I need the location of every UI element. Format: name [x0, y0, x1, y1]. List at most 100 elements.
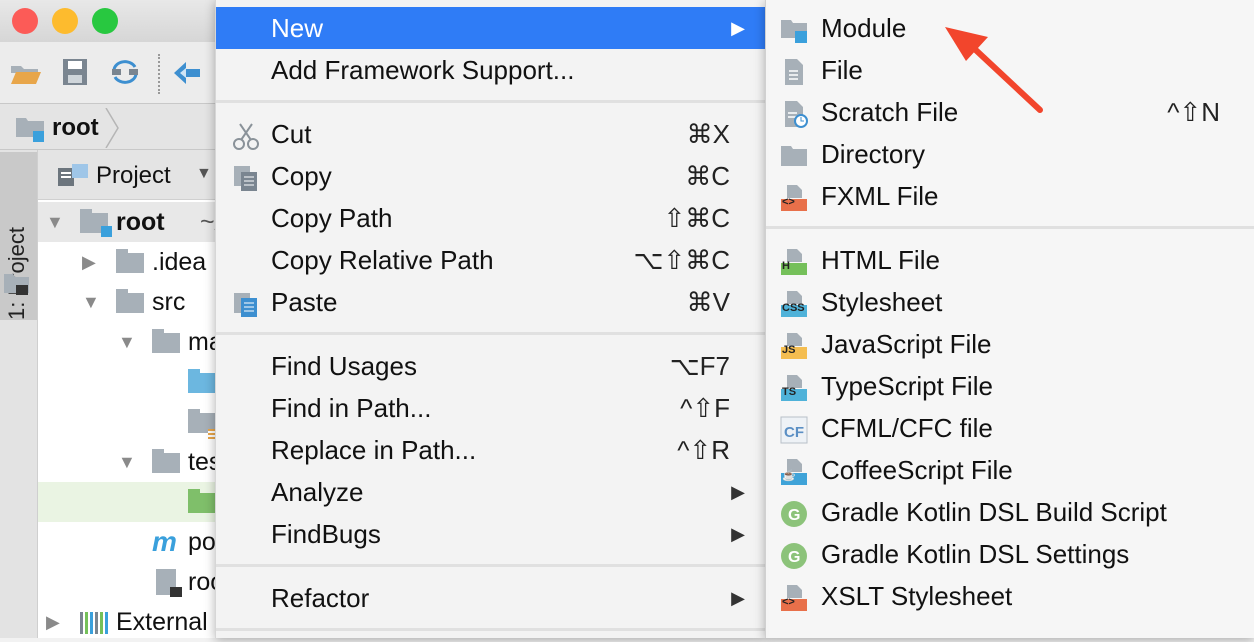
save-icon[interactable] — [62, 58, 88, 86]
tree-item[interactable]: ▶ External — [38, 602, 215, 642]
menu-item-cut[interactable]: Cut ⌘X — [216, 113, 765, 155]
project-tool-window-tab[interactable]: 1: Project — [0, 150, 38, 638]
html-file-badge-text: H — [782, 260, 790, 272]
minimize-window-button[interactable] — [52, 8, 78, 34]
expand-triangle-icon[interactable]: ▼ — [118, 442, 136, 482]
menu-item-copy-relative-path[interactable]: Copy Relative Path ⌥⇧⌘C — [216, 239, 765, 281]
expand-triangle-icon[interactable]: ▼ — [82, 282, 100, 322]
menu-item-copy[interactable]: Copy ⌘C — [216, 155, 765, 197]
menu-item-refactor[interactable]: Refactor ▶ — [216, 577, 765, 619]
menu-item-directory[interactable]: Directory — [766, 133, 1254, 175]
menu-item-paste[interactable]: Paste ⌘V — [216, 281, 765, 323]
menu-item-label: CoffeeScript File — [821, 455, 1013, 485]
menu-item-label: Add Framework Support... — [271, 55, 575, 85]
scratch-file-icon — [780, 98, 808, 128]
tree-root-path: ~/w — [200, 208, 215, 236]
menu-item-findbugs[interactable]: FindBugs ▶ — [216, 513, 765, 555]
css-file-icon: CSS — [780, 288, 808, 317]
tree-item[interactable] — [38, 362, 215, 402]
menu-item-html-file[interactable]: H HTML File — [766, 239, 1254, 281]
js-file-icon: JS — [780, 330, 808, 359]
menu-item-label: Replace in Path... — [271, 435, 477, 465]
tree-item-label: root.i — [188, 568, 215, 596]
tree-item[interactable]: ▶ .idea — [38, 242, 215, 282]
tree-item[interactable]: root.i — [38, 562, 215, 602]
coffeescript-file-badge-text: ☕ — [782, 470, 796, 482]
breadcrumb-root[interactable]: root — [52, 114, 99, 142]
iml-file-icon — [156, 569, 182, 597]
gradle-icon: G — [780, 498, 808, 527]
open-folder-icon[interactable] — [10, 62, 42, 86]
menu-separator — [216, 332, 765, 335]
tree-item-label: pom. — [188, 528, 215, 556]
collapse-triangle-icon[interactable]: ▶ — [46, 602, 60, 642]
menu-separator — [216, 628, 765, 631]
close-window-button[interactable] — [12, 8, 38, 34]
project-view-icon — [58, 164, 88, 186]
expand-triangle-icon[interactable]: ▼ — [118, 322, 136, 362]
menu-item-shortcut: ⌘C — [685, 161, 730, 191]
menu-item-shortcut: ⌥⇧⌘C — [633, 245, 730, 275]
tree-item[interactable]: ▼ src — [38, 282, 215, 322]
chevron-down-icon[interactable]: ▼ — [196, 165, 212, 183]
tree-item-label: .idea — [152, 248, 207, 276]
menu-item-gradle-kotlin-dsl-settings[interactable]: G Gradle Kotlin DSL Settings — [766, 533, 1254, 575]
menu-item-find-usages[interactable]: Find Usages ⌥F7 — [216, 345, 765, 387]
tree-item-label: tes — [188, 448, 215, 476]
menu-item-label: HTML File — [821, 245, 940, 275]
menu-item-new[interactable]: New ▶ — [216, 7, 765, 49]
submenu-arrow-icon: ▶ — [731, 18, 745, 38]
directory-icon — [780, 140, 808, 168]
menu-item-javascript-file[interactable]: JS JavaScript File — [766, 323, 1254, 365]
tree-item[interactable] — [38, 402, 215, 442]
tree-item[interactable] — [38, 482, 215, 522]
tree-item-label: src — [152, 288, 186, 316]
file-icon — [780, 56, 808, 85]
menu-item-label: Analyze — [271, 477, 364, 507]
menu-item-label: Copy — [271, 161, 332, 191]
svg-text:G: G — [788, 507, 800, 524]
menu-item-shortcut: ^⇧R — [677, 435, 730, 465]
zoom-window-button[interactable] — [92, 8, 118, 34]
collapse-triangle-icon[interactable]: ▶ — [82, 242, 96, 282]
menu-item-fxml-file[interactable]: <> FXML File — [766, 175, 1254, 217]
ts-file-badge-text: TS — [782, 386, 797, 398]
menu-item-copy-path[interactable]: Copy Path ⇧⌘C — [216, 197, 765, 239]
back-arrow-icon[interactable] — [172, 60, 202, 86]
menu-item-add-framework-support[interactable]: Add Framework Support... — [216, 49, 765, 91]
menu-item-gradle-kotlin-dsl-build-script[interactable]: G Gradle Kotlin DSL Build Script — [766, 491, 1254, 533]
menu-item-label: FXML File — [821, 181, 939, 211]
menu-item-shortcut: ⌘X — [686, 119, 730, 149]
svg-text:CF: CF — [784, 424, 804, 441]
menu-item-label: Paste — [271, 287, 338, 317]
menu-item-label: Copy Relative Path — [271, 245, 494, 275]
folder-icon — [116, 249, 144, 273]
tree-root-label: root — [116, 208, 165, 236]
breadcrumb: root — [0, 104, 215, 150]
toolbar — [0, 42, 215, 104]
folder-icon — [116, 289, 144, 313]
menu-item-xslt-stylesheet[interactable]: <> XSLT Stylesheet — [766, 575, 1254, 617]
expand-triangle-icon[interactable]: ▼ — [46, 202, 64, 242]
menu-item-find-in-path[interactable]: Find in Path... ^⇧F — [216, 387, 765, 429]
tree-item[interactable]: ▼ root ~/w — [38, 202, 215, 242]
menu-item-label: Stylesheet — [821, 287, 943, 317]
gradle-icon: G — [780, 540, 808, 569]
sync-icon[interactable] — [110, 58, 140, 86]
menu-item-cfml-cfc-file[interactable]: CF CFML/CFC file — [766, 407, 1254, 449]
tree-item-label: External — [116, 608, 208, 636]
menu-item-coffeescript-file[interactable]: ☕ CoffeeScript File — [766, 449, 1254, 491]
tree-item[interactable]: ▼ tes — [38, 442, 215, 482]
menu-item-stylesheet[interactable]: CSS Stylesheet — [766, 281, 1254, 323]
project-view-selector[interactable]: Project — [96, 162, 171, 190]
menu-item-label: XSLT Stylesheet — [821, 581, 1013, 611]
tree-item[interactable]: ▼ ma — [38, 322, 215, 362]
toolbar-divider — [158, 54, 160, 94]
tree-item[interactable]: m pom. — [38, 522, 215, 562]
menu-item-label: FindBugs — [271, 519, 381, 549]
menu-item-label: JavaScript File — [821, 329, 992, 359]
menu-item-typescript-file[interactable]: TS TypeScript File — [766, 365, 1254, 407]
menu-item-replace-in-path[interactable]: Replace in Path... ^⇧R — [216, 429, 765, 471]
menu-item-analyze[interactable]: Analyze ▶ — [216, 471, 765, 513]
annotation-arrow — [945, 27, 1043, 113]
